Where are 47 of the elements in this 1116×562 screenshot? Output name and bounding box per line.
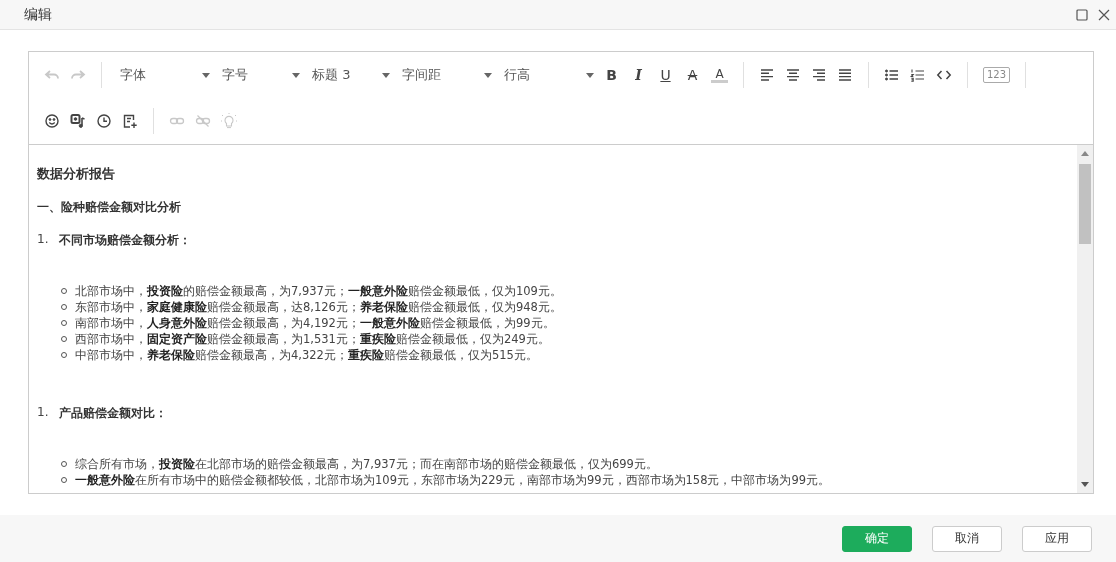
caret-icon bbox=[202, 72, 210, 78]
dialog-title: 编辑 bbox=[24, 5, 52, 24]
caret-icon bbox=[292, 72, 300, 78]
action-button[interactable]: 应用 bbox=[1022, 525, 1092, 552]
caret-icon bbox=[382, 72, 390, 78]
action-button[interactable]: 取消 bbox=[932, 525, 1002, 552]
scrollbar[interactable] bbox=[1077, 145, 1093, 493]
bullet-text: 南部市场中，人身意外险赔偿金额最高，为4,192元；一般意外险赔偿金额最低，为99元。 bbox=[75, 315, 555, 331]
strikethrough-button[interactable]: A bbox=[684, 66, 701, 84]
bold-button[interactable]: B bbox=[603, 66, 620, 84]
caret-icon bbox=[484, 72, 492, 78]
list-heading: 不同市场赔偿金额分析： bbox=[59, 232, 191, 249]
font-color-button[interactable]: A bbox=[711, 67, 728, 83]
bullet-text: 综合所有市场，投资险在北部市场的赔偿金额最高，为7,937元；而在南部市场的赔偿金额最低，仅为699元。 bbox=[75, 456, 658, 472]
align-center-icon[interactable] bbox=[785, 67, 801, 83]
dropdown-button[interactable]: 标题 3 bbox=[304, 63, 394, 87]
caret-icon bbox=[586, 72, 594, 78]
scroll-up-icon[interactable] bbox=[1081, 151, 1089, 156]
scrollbar-thumb[interactable] bbox=[1079, 164, 1091, 244]
list-number: 1. bbox=[37, 232, 50, 248]
numbered-list-icon[interactable] bbox=[910, 67, 926, 83]
bullet-text: 中部市场中，养老保险赔偿金额最高，为4,322元；重疾险赔偿金额最低，仅为515元。 bbox=[75, 347, 538, 363]
section-heading: 一、险种赔偿金额对比分析 bbox=[37, 199, 182, 216]
close-icon[interactable] bbox=[1098, 8, 1110, 21]
dropdown-button[interactable]: 字号 bbox=[214, 63, 304, 87]
document-title: 数据分析报告 bbox=[37, 165, 116, 183]
maximize-icon[interactable] bbox=[1076, 8, 1088, 21]
media-icon[interactable] bbox=[70, 113, 86, 129]
bullet-text: 北部市场中，投资险的赔偿金额最高，为7,937元；一般意外险赔偿金额最低，仅为109元。 bbox=[75, 283, 562, 299]
bullet-text: 一般意外险在所有市场中的赔偿金额都较低，北部市场为109元，东部市场为229元，南部市场为99元，西部市场为158元，中部市场为99元。 bbox=[75, 472, 831, 488]
align-right-icon[interactable] bbox=[811, 67, 827, 83]
dropdown-button[interactable]: 字间距 bbox=[394, 63, 496, 87]
list-number: 1. bbox=[37, 405, 50, 421]
scroll-down-icon[interactable] bbox=[1081, 482, 1089, 487]
bullet-list-icon[interactable] bbox=[884, 67, 900, 83]
clock-icon[interactable] bbox=[96, 113, 112, 129]
underline-button[interactable]: U bbox=[657, 66, 674, 84]
bullet-text: 西部市场中，固定资产险赔偿金额最高，为1,531元；重疾险赔偿金额最低，仅为249元。 bbox=[75, 331, 550, 347]
align-justify-icon[interactable] bbox=[837, 67, 853, 83]
align-left-icon[interactable] bbox=[759, 67, 775, 83]
bullet-text: 东部市场中，家庭健康险赔偿金额最高，达8,126元；养老保险赔偿金额最低，仅为948元。 bbox=[75, 299, 562, 315]
dropdown-button[interactable]: 行高 bbox=[496, 63, 598, 87]
italic-button[interactable]: I bbox=[630, 66, 647, 84]
note-add-icon[interactable] bbox=[122, 113, 138, 129]
list-heading: 产品赔偿金额对比： bbox=[59, 405, 167, 422]
dropdown-button[interactable]: 字体 bbox=[112, 63, 214, 87]
smiley-icon[interactable] bbox=[44, 113, 60, 129]
